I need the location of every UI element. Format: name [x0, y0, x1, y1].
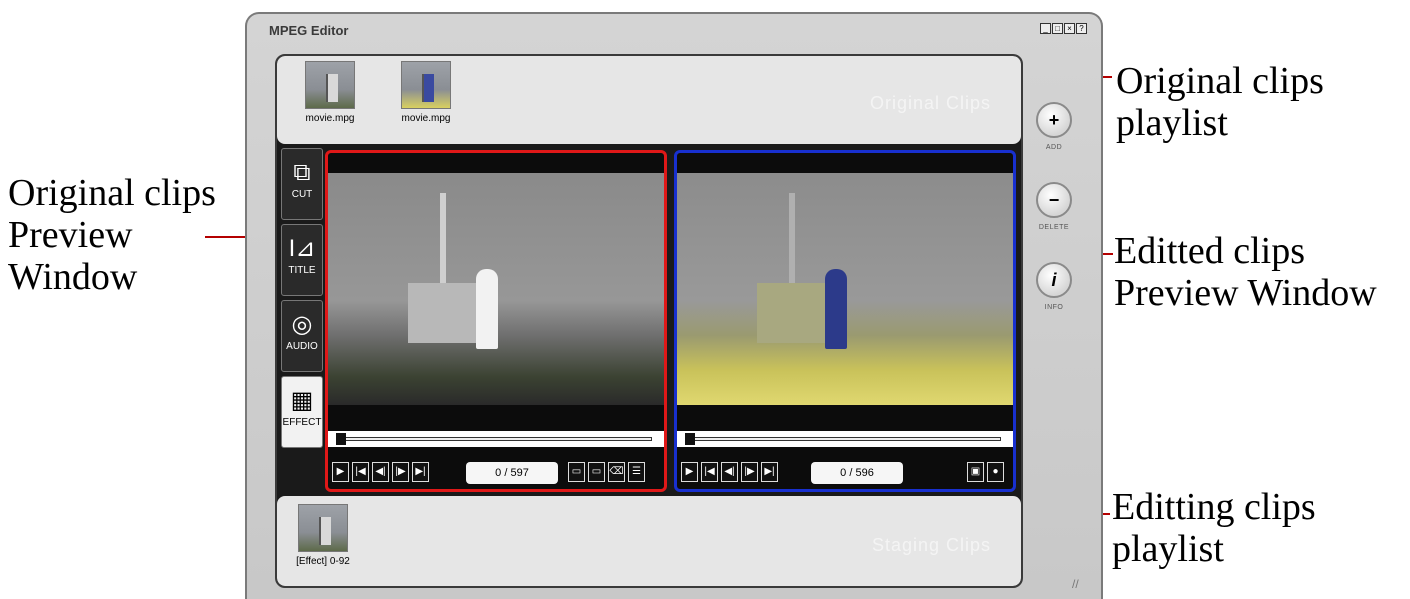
step-forward-button[interactable]: |▶	[741, 462, 758, 482]
scrub-track[interactable]	[691, 437, 1001, 441]
launch-tower-shape	[408, 283, 478, 343]
close-button[interactable]: ×	[1064, 23, 1075, 34]
original-video-frame	[328, 173, 664, 405]
callout-text: Preview Window	[1114, 272, 1377, 314]
go-end-button[interactable]: ▶|	[412, 462, 429, 482]
callout-text: Window	[8, 256, 138, 298]
mark-out-button[interactable]: ▭	[588, 462, 605, 482]
tool-label: AUDIO	[286, 341, 318, 352]
playlist-clip[interactable]: movie.mpg	[391, 61, 461, 124]
info-button[interactable]: i	[1036, 262, 1072, 298]
frame-counter: 0 / 596	[811, 462, 903, 484]
callout-text: Editting clips	[1112, 486, 1316, 528]
monitor-button[interactable]: ▣	[967, 462, 984, 482]
go-start-button[interactable]: |◀	[352, 462, 369, 482]
tool-label: EFFECT	[282, 417, 322, 428]
edited-shuttle-thumbnail-icon	[401, 61, 451, 109]
step-back-button[interactable]: ◀|	[721, 462, 738, 482]
tool-effect-button[interactable]: ▦ EFFECT	[281, 376, 323, 448]
go-end-button[interactable]: ▶|	[761, 462, 778, 482]
title-text-icon: I⊿	[288, 235, 316, 262]
erase-button[interactable]: ⌫	[608, 462, 625, 482]
tool-label: TITLE	[288, 265, 316, 276]
shuttle-thumbnail-icon	[298, 504, 348, 552]
playlist-clip[interactable]: [Effect] 0-92	[283, 504, 363, 567]
original-scrub-bar[interactable]	[328, 431, 664, 447]
edited-transport-bar: ▶ |◀ ◀| |▶ ▶| 0 / 596 ▣ ●	[677, 458, 1013, 488]
original-transport-bar: ▶ |◀ ◀| |▶ ▶| 0 / 597 ▭ ▭ ⌫ ☰	[328, 458, 664, 488]
window-controls: _ □ × ?	[1040, 23, 1087, 34]
callout-text: Original clips	[8, 172, 216, 214]
launch-tower-shape	[757, 283, 827, 343]
callout-original-playlist: Original clips playlist	[1116, 60, 1324, 144]
effect-list-button[interactable]: ☰	[628, 462, 645, 482]
maximize-button[interactable]: □	[1052, 23, 1063, 34]
minimize-button[interactable]: _	[1040, 23, 1051, 34]
clip-label: [Effect] 0-92	[296, 556, 350, 567]
mpeg-editor-window: MPEG Editor _ □ × ? Original Clips movie…	[245, 12, 1103, 599]
resize-grip-icon[interactable]: //	[1072, 577, 1079, 591]
window-title: MPEG Editor	[269, 23, 349, 38]
frame-counter: 0 / 597	[466, 462, 558, 484]
clip-label: movie.mpg	[401, 113, 451, 124]
playlist-clip[interactable]: movie.mpg	[295, 61, 365, 124]
shuttle-shape	[825, 269, 847, 349]
screenshot-stage: Original clips Preview Window Original c…	[0, 0, 1410, 599]
callout-text: Editted clips	[1114, 230, 1306, 272]
edited-preview-window: ▶ |◀ ◀| |▶ ▶| 0 / 596 ▣ ●	[674, 150, 1016, 492]
add-label: ADD	[1045, 144, 1063, 151]
clip-label: movie.mpg	[305, 113, 355, 124]
tool-title-button[interactable]: I⊿ TITLE	[281, 224, 323, 296]
callout-edited-preview: Editted clips Preview Window	[1114, 230, 1377, 314]
play-button[interactable]: ▶	[681, 462, 698, 482]
callout-text: Original clips	[1116, 60, 1324, 102]
callout-editing-playlist: Editting clips playlist	[1112, 486, 1316, 570]
staging-clips-playlist[interactable]: Staging Clips [Effect] 0-92	[277, 496, 1021, 586]
tool-audio-button[interactable]: ◎ AUDIO	[281, 300, 323, 372]
scrub-knob[interactable]	[336, 433, 346, 445]
scrub-track[interactable]	[342, 437, 652, 441]
tool-label: CUT	[291, 189, 313, 200]
film-cut-icon: ⧉	[293, 159, 311, 186]
delete-button[interactable]: −	[1036, 182, 1072, 218]
record-button[interactable]: ●	[987, 462, 1004, 482]
callout-original-preview: Original clips Preview Window	[8, 172, 216, 298]
add-button[interactable]: +	[1036, 102, 1072, 138]
callout-text: Preview	[8, 214, 133, 256]
play-button[interactable]: ▶	[332, 462, 349, 482]
step-back-button[interactable]: ◀|	[372, 462, 389, 482]
original-preview-window: ▶ |◀ ◀| |▶ ▶| 0 / 597 ▭ ▭ ⌫ ☰	[325, 150, 667, 492]
go-start-button[interactable]: |◀	[701, 462, 718, 482]
delete-label: DELETE	[1038, 224, 1070, 231]
scrub-knob[interactable]	[685, 433, 695, 445]
mark-in-button[interactable]: ▭	[568, 462, 585, 482]
playlist-watermark: Staging Clips	[871, 535, 991, 555]
edited-video-frame	[677, 173, 1013, 405]
effect-grid-icon: ▦	[290, 387, 314, 414]
callout-text: playlist	[1112, 528, 1224, 570]
shuttle-thumbnail-icon	[305, 61, 355, 109]
editor-panel: Original Clips movie.mpg movie.mpg ⧉ CUT…	[275, 54, 1023, 588]
help-button[interactable]: ?	[1076, 23, 1087, 34]
shuttle-shape	[476, 269, 498, 349]
step-forward-button[interactable]: |▶	[392, 462, 409, 482]
info-label: INFO	[1044, 304, 1064, 311]
callout-text: playlist	[1116, 102, 1228, 144]
music-disc-icon: ◎	[291, 311, 313, 338]
tool-sidebar: ⧉ CUT I⊿ TITLE ◎ AUDIO ▦ EFFECT	[281, 148, 323, 452]
tool-cut-button[interactable]: ⧉ CUT	[281, 148, 323, 220]
playlist-watermark: Original Clips	[869, 93, 991, 113]
original-clips-playlist[interactable]: Original Clips movie.mpg movie.mpg	[277, 56, 1021, 144]
edited-scrub-bar[interactable]	[677, 431, 1013, 447]
